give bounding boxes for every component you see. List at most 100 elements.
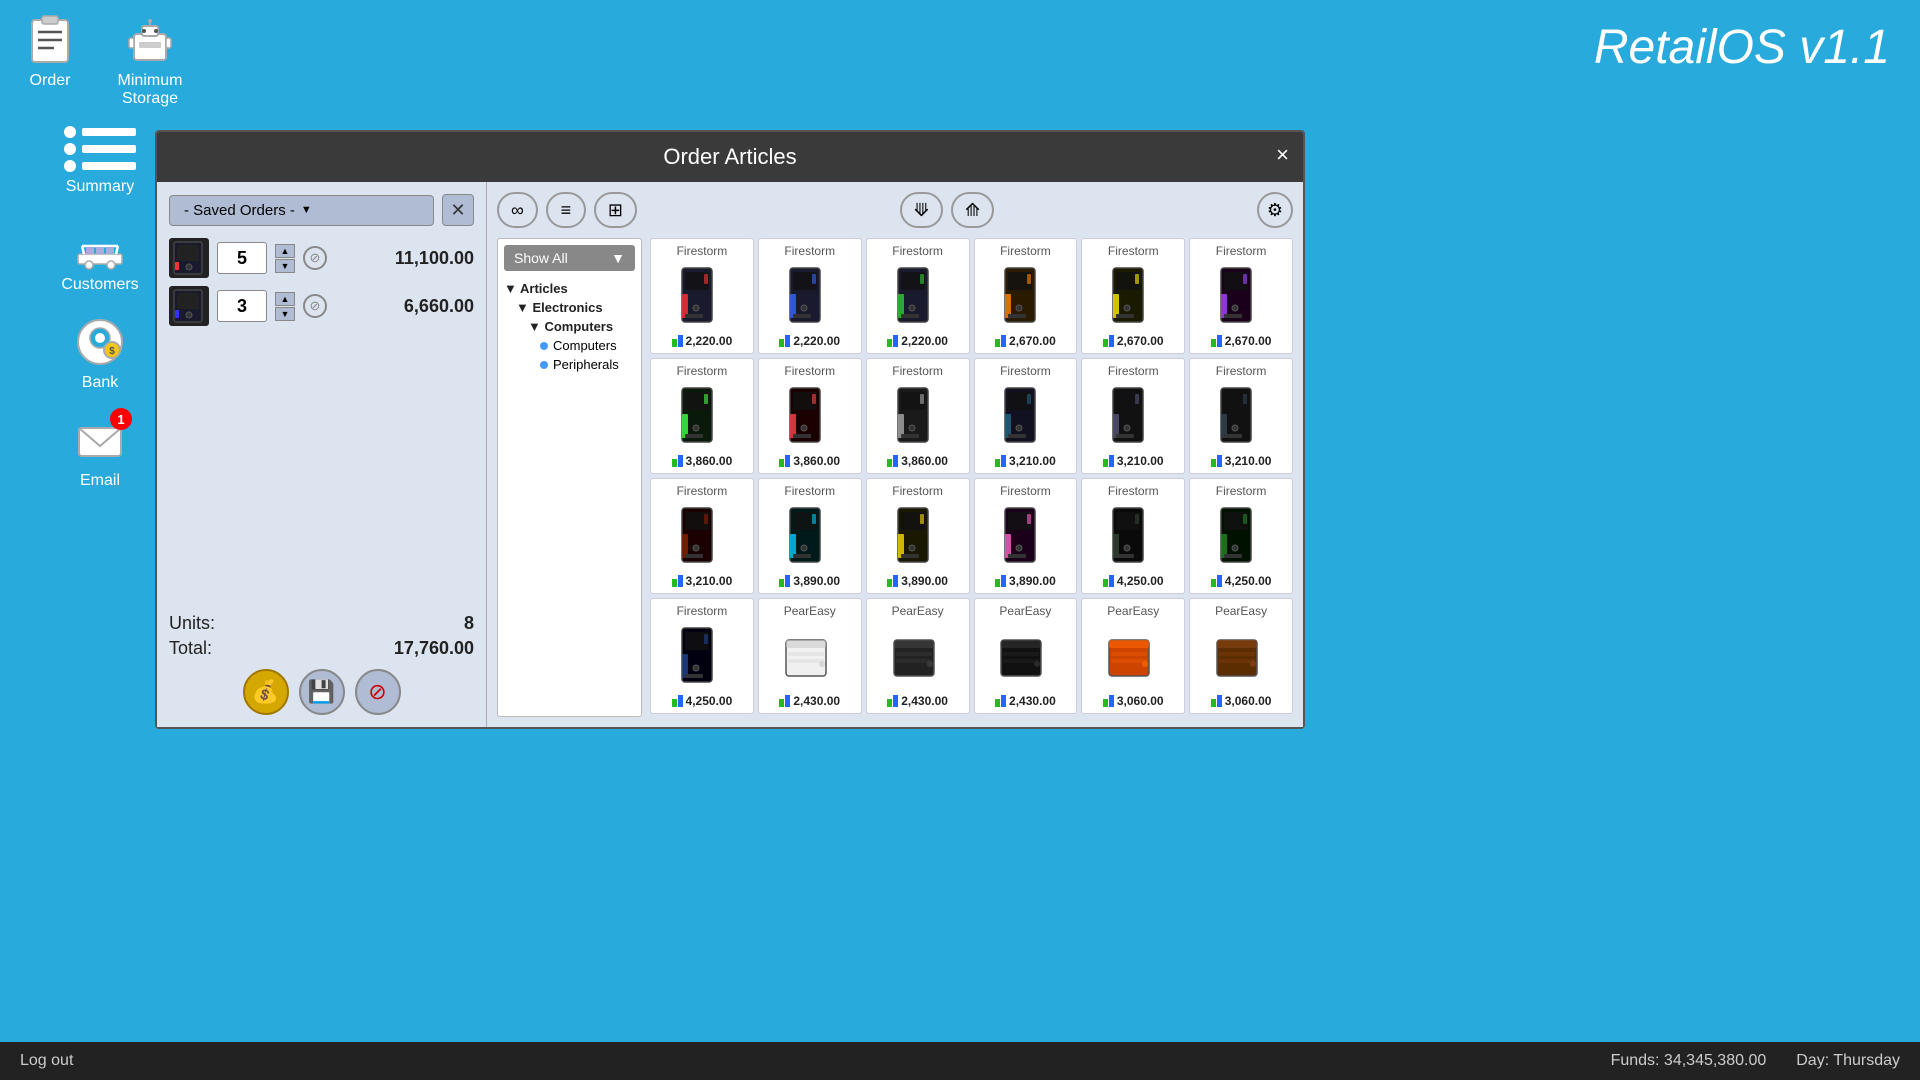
price-bar-icon bbox=[887, 575, 898, 587]
product-card[interactable]: PearEasy 2,430.00 bbox=[974, 598, 1078, 714]
cancel-order-button[interactable]: ⊘ bbox=[355, 669, 401, 715]
product-card[interactable]: Firestorm 2,220.00 bbox=[758, 238, 862, 354]
summary-label: Summary bbox=[66, 178, 134, 196]
qty-display: 3 bbox=[217, 290, 267, 322]
pay-button[interactable]: 💰 bbox=[243, 669, 289, 715]
price-bar-icon bbox=[779, 335, 790, 347]
qty-down-button[interactable]: ▼ bbox=[275, 259, 295, 273]
dialog-title: Order Articles bbox=[663, 144, 796, 169]
saved-orders-button[interactable]: - Saved Orders - ▼ bbox=[169, 195, 434, 226]
action-buttons: 💰 💾 ⊘ bbox=[169, 669, 474, 715]
tree-leaf-peripherals[interactable]: Peripherals bbox=[540, 355, 635, 374]
product-name: Firestorm bbox=[784, 364, 835, 378]
product-price: 2,670.00 bbox=[995, 334, 1056, 348]
product-card[interactable]: Firestorm 2,670.00 bbox=[1189, 238, 1293, 354]
sort-asc-button[interactable]: ⟱ bbox=[900, 192, 943, 228]
product-image bbox=[668, 382, 736, 450]
product-image bbox=[1207, 262, 1275, 330]
product-card[interactable]: Firestorm 3,210.00 bbox=[1081, 358, 1185, 474]
order-icon bbox=[20, 10, 80, 70]
tree-leaf-computers[interactable]: Computers bbox=[540, 336, 635, 355]
qty-down-button[interactable]: ▼ bbox=[275, 307, 295, 321]
remove-item-button[interactable]: ⊘ bbox=[303, 246, 327, 270]
price-bar-icon bbox=[1211, 455, 1222, 467]
product-card[interactable]: Firestorm 3,860.00 bbox=[758, 358, 862, 474]
product-card[interactable]: Firestorm 2,670.00 bbox=[974, 238, 1078, 354]
sidebar-item-email[interactable]: 1 Email bbox=[55, 410, 145, 490]
product-name: Firestorm bbox=[1216, 244, 1267, 258]
product-image bbox=[991, 622, 1059, 690]
price-value: 3,860.00 bbox=[686, 454, 733, 468]
remove-item-button[interactable]: ⊘ bbox=[303, 294, 327, 318]
product-card[interactable]: Firestorm 4,250.00 bbox=[1189, 478, 1293, 594]
product-card[interactable]: Firestorm 3,210.00 bbox=[1189, 358, 1293, 474]
product-name: Firestorm bbox=[784, 244, 835, 258]
dialog-close-button[interactable]: × bbox=[1276, 142, 1289, 168]
product-card[interactable]: PearEasy 2,430.00 bbox=[866, 598, 970, 714]
product-card[interactable]: PearEasy 3,060.00 bbox=[1189, 598, 1293, 714]
day-display: Day: Thursday bbox=[1796, 1052, 1900, 1070]
product-image bbox=[1207, 382, 1275, 450]
product-card[interactable]: Firestorm 3,860.00 bbox=[650, 358, 754, 474]
price-bar-icon bbox=[1103, 695, 1114, 707]
show-all-button[interactable]: Show All ▼ bbox=[504, 245, 635, 271]
filter-list-button[interactable]: ≡ bbox=[546, 192, 586, 228]
order-articles-dialog: Order Articles × - Saved Orders - ▼ ✕ bbox=[155, 130, 1305, 729]
product-image bbox=[991, 262, 1059, 330]
product-card[interactable]: Firestorm 3,210.00 bbox=[650, 478, 754, 594]
sidebar-item-bank[interactable]: $ Bank bbox=[55, 312, 145, 392]
product-price: 3,060.00 bbox=[1211, 694, 1272, 708]
product-card[interactable]: Firestorm 3,890.00 bbox=[866, 478, 970, 594]
product-card[interactable]: Firestorm 3,890.00 bbox=[758, 478, 862, 594]
product-image bbox=[776, 262, 844, 330]
right-toolbar: ∞ ≡ ⊞ ⟱ ⟰ ⚙ bbox=[497, 192, 1293, 228]
price-value: 2,220.00 bbox=[793, 334, 840, 348]
product-price: 2,220.00 bbox=[887, 334, 948, 348]
price-value: 2,220.00 bbox=[901, 334, 948, 348]
product-price: 2,430.00 bbox=[887, 694, 948, 708]
product-name: Firestorm bbox=[1108, 484, 1159, 498]
status-bar: Log out Funds: 34,345,380.00 Day: Thursd… bbox=[0, 1042, 1920, 1080]
product-card[interactable]: Firestorm 4,250.00 bbox=[1081, 478, 1185, 594]
clear-button[interactable]: ✕ bbox=[442, 194, 474, 226]
qty-up-button[interactable]: ▲ bbox=[275, 244, 295, 258]
qty-up-button[interactable]: ▲ bbox=[275, 292, 295, 306]
logout-button[interactable]: Log out bbox=[20, 1052, 73, 1070]
price-value: 2,670.00 bbox=[1225, 334, 1272, 348]
product-card[interactable]: Firestorm 2,220.00 bbox=[650, 238, 754, 354]
product-card[interactable]: PearEasy 3,060.00 bbox=[1081, 598, 1185, 714]
product-card[interactable]: Firestorm 3,890.00 bbox=[974, 478, 1078, 594]
sidebar-item-min-storage[interactable]: Minimum Storage bbox=[110, 10, 190, 108]
product-price: 4,250.00 bbox=[1103, 574, 1164, 588]
tree-node-computers-parent[interactable]: ▼ Computers bbox=[528, 317, 635, 336]
product-card[interactable]: Firestorm 4,250.00 bbox=[650, 598, 754, 714]
order-label: Order bbox=[30, 72, 71, 90]
sidebar-item-customers[interactable]: Customers bbox=[55, 214, 145, 294]
price-bar-icon bbox=[1103, 455, 1114, 467]
save-button[interactable]: 💾 bbox=[299, 669, 345, 715]
sidebar-item-summary[interactable]: Summary bbox=[55, 126, 145, 196]
product-card[interactable]: Firestorm 2,670.00 bbox=[1081, 238, 1185, 354]
price-value: 3,210.00 bbox=[1117, 454, 1164, 468]
price-value: 3,060.00 bbox=[1117, 694, 1164, 708]
product-name: PearEasy bbox=[784, 604, 836, 618]
settings-button[interactable]: ⚙ bbox=[1257, 192, 1293, 228]
dialog-header: Order Articles × bbox=[157, 132, 1303, 182]
filter-infinite-button[interactable]: ∞ bbox=[497, 192, 538, 228]
price-bar-icon bbox=[1211, 335, 1222, 347]
product-card[interactable]: PearEasy 2,430.00 bbox=[758, 598, 862, 714]
product-name: Firestorm bbox=[677, 604, 728, 618]
price-value: 4,250.00 bbox=[1225, 574, 1272, 588]
product-card[interactable]: Firestorm 3,860.00 bbox=[866, 358, 970, 474]
price-value: 2,430.00 bbox=[793, 694, 840, 708]
filter-grid-button[interactable]: ⊞ bbox=[594, 192, 637, 228]
sidebar-item-order[interactable]: Order bbox=[10, 10, 90, 90]
product-card[interactable]: Firestorm 3,210.00 bbox=[974, 358, 1078, 474]
price-bar-icon bbox=[995, 695, 1006, 707]
product-card[interactable]: Firestorm 2,220.00 bbox=[866, 238, 970, 354]
price-value: 3,890.00 bbox=[901, 574, 948, 588]
tree-node-electronics[interactable]: ▼ Electronics bbox=[516, 298, 635, 317]
tree-node-articles[interactable]: ▼ Articles bbox=[504, 279, 635, 298]
sort-desc-button[interactable]: ⟰ bbox=[951, 192, 994, 228]
product-image bbox=[776, 622, 844, 690]
